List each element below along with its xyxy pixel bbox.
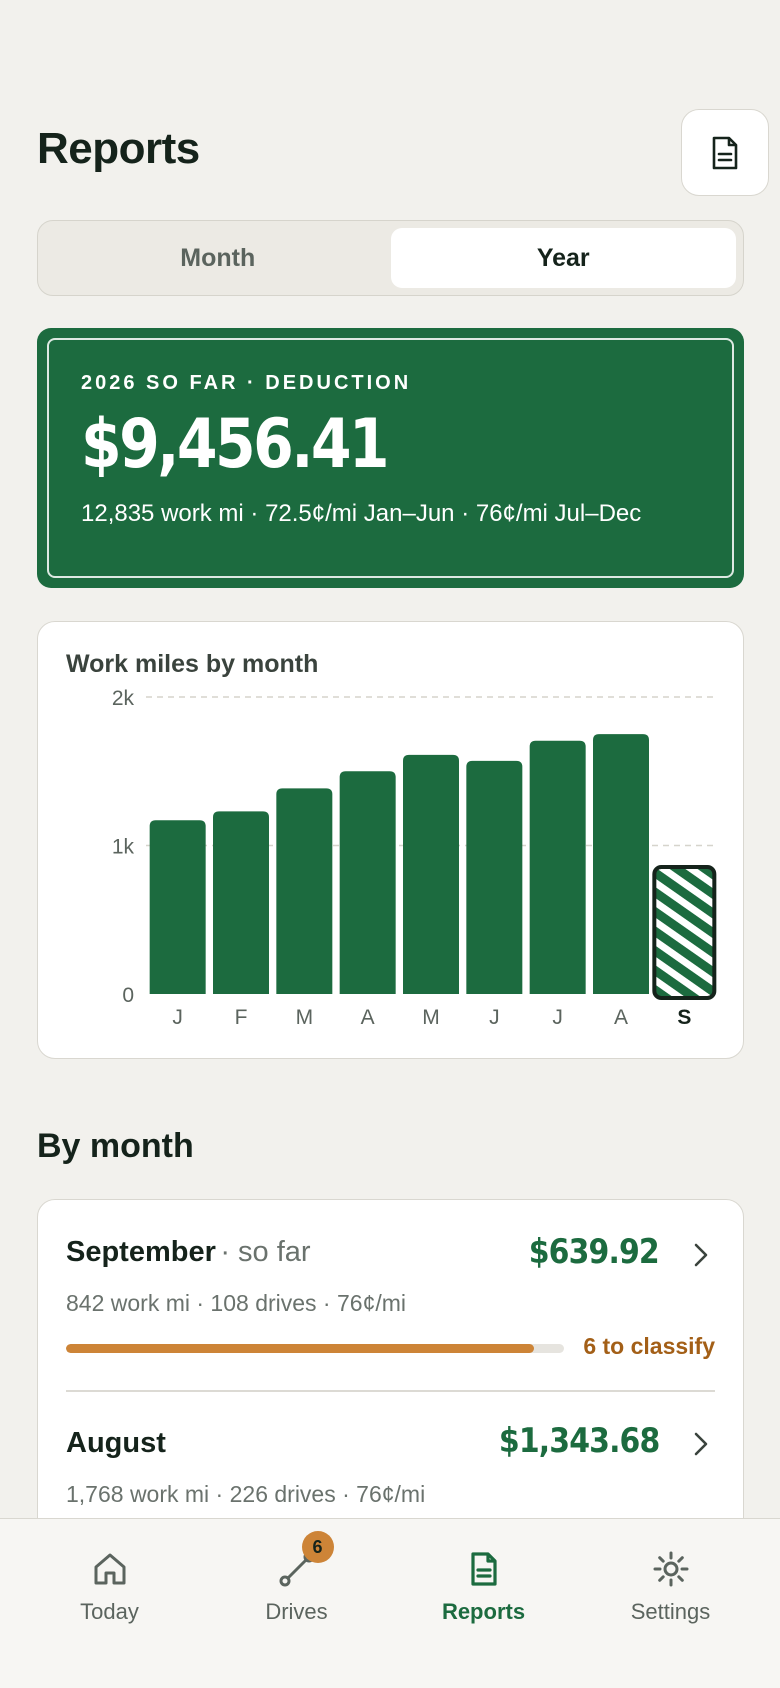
by-month-title: By month [37,1127,194,1165]
month-name: August [66,1427,166,1459]
month-toggle-button[interactable]: Month [45,228,391,288]
document-icon [470,1552,497,1586]
deduction-summary-card: 2026 SO FAR · DEDUCTION $9,456.41 12,835… [37,328,744,588]
bar-current [652,864,717,1000]
gear-icon [653,1551,688,1587]
month-meta: 842 work mi · 108 drives · 76¢/mi [66,1290,407,1316]
x-tick-label: F [235,1006,248,1029]
x-tick-label: A [361,1006,375,1029]
x-tick-label: J [172,1006,183,1029]
summary-subtitle: 12,835 work mi · 72.5¢/mi Jan–Jun · 76¢/… [81,500,642,527]
x-tick-label: M [296,1006,314,1029]
chevron-right-icon [694,1243,708,1267]
summary-eyebrow: 2026 SO FAR · DEDUCTION [81,372,412,394]
tab-label: Reports [441,1599,526,1624]
month-amount: $639.92 [528,1232,660,1272]
work-miles-chart: 0 1k 2k J F M A M J J A S [112,687,717,1029]
export-report-button[interactable] [681,109,769,196]
bar [213,811,269,994]
bottom-tab-bar: Today 6 Drives Reports Settings [0,1518,780,1688]
x-tick-label: J [552,1006,563,1029]
bar [339,771,396,994]
classified-progress-bar [66,1344,564,1353]
summary-amount: $9,456.41 [81,405,390,484]
drives-badge: 6 [301,1531,334,1563]
month-suffix: · so far [220,1236,311,1268]
bar [529,740,586,994]
bar [593,734,649,994]
document-icon [712,136,738,169]
month-amount: $1,343.68 [498,1421,659,1461]
x-tick-label: A [614,1006,628,1029]
bar [466,760,523,994]
classified-progress-fill [66,1344,535,1353]
y-tick-label: 1k [112,836,135,859]
bar [403,754,459,994]
month-meta: 1,768 work mi · 226 drives · 76¢/mi [66,1481,426,1507]
y-tick-label: 2k [112,687,135,710]
period-toggle: Month Year [37,220,744,296]
month-name: September [66,1236,216,1268]
tab-reports[interactable]: Reports [386,1519,581,1649]
bar [149,820,206,994]
month-item-september[interactable]: September · so far $639.92 842 work mi ·… [66,1200,715,1390]
month-list: September · so far $639.92 842 work mi ·… [37,1199,744,1559]
tab-drives[interactable]: 6 Drives [199,1519,394,1649]
x-tick-label: S [677,1006,691,1029]
year-toggle-button[interactable]: Year [390,228,736,288]
tab-label: Today [80,1599,139,1624]
x-tick-label: M [422,1006,440,1029]
chevron-right-icon [694,1432,708,1456]
work-miles-chart-card: Work miles by month 0 1k 2k J F M A M J J A S [37,621,744,1059]
to-classify-label[interactable]: 6 to classify [583,1333,715,1360]
tab-settings[interactable]: Settings [573,1519,768,1649]
x-tick-label: J [489,1006,500,1029]
home-icon [94,1553,125,1585]
page-title: Reports [37,124,200,173]
tab-label: Drives [265,1599,328,1624]
bar [276,788,333,994]
y-tick-label: 0 [122,984,134,1007]
tab-today[interactable]: Today [12,1519,207,1649]
tab-label: Settings [630,1599,711,1624]
